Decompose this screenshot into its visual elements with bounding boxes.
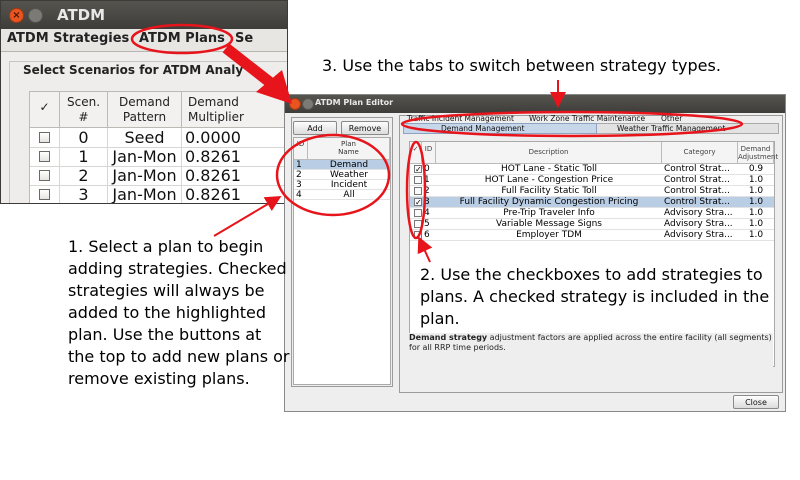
- checkbox-column-highlight: [405, 140, 427, 240]
- plan-list-highlight: [275, 133, 391, 217]
- arrow-to-plans: [213, 195, 282, 237]
- annotation-overlay: [130, 23, 744, 263]
- big-arrow-shaft: [222, 43, 276, 89]
- arrow-to-checkboxes: [417, 236, 433, 263]
- tabs-highlight: [400, 110, 744, 138]
- atdm-plans-tab-highlight: [130, 23, 234, 55]
